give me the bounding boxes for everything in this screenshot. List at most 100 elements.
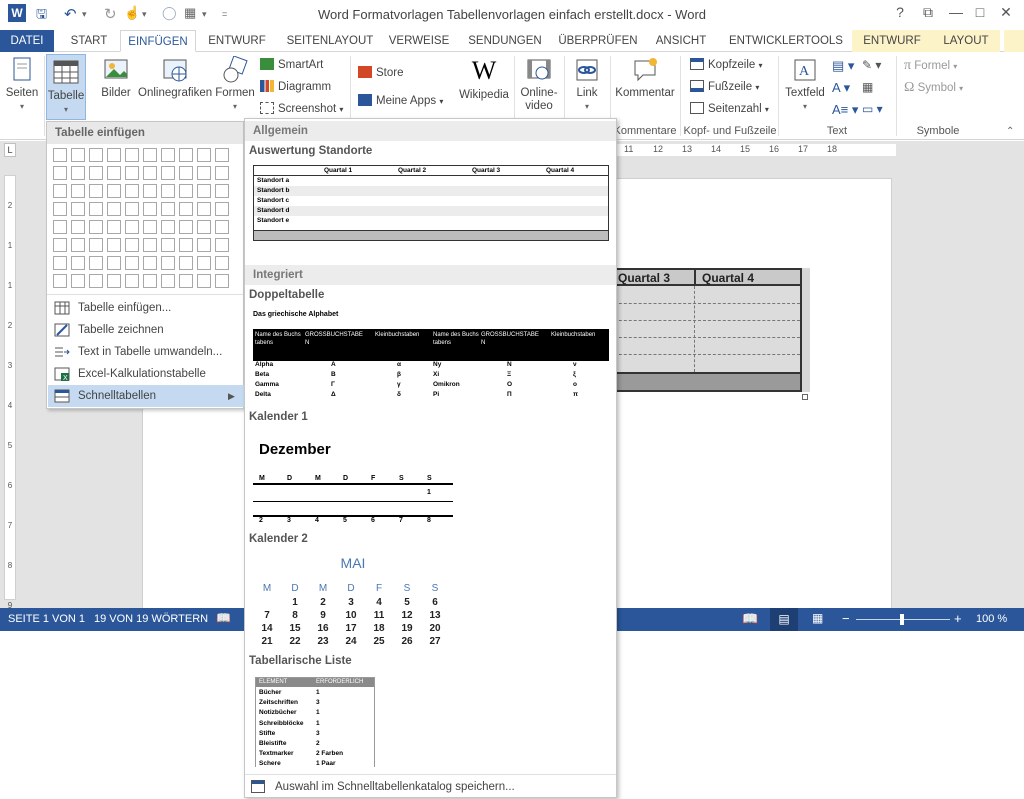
- gallery-item-auswertung-standorte[interactable]: Quartal 1 Quartal 2 Quartal 3 Quartal 4 Sta…: [253, 165, 609, 243]
- grid-cell[interactable]: [107, 220, 121, 234]
- grid-cell[interactable]: [71, 274, 85, 288]
- help-button[interactable]: ?: [888, 4, 912, 24]
- grid-cell[interactable]: [161, 238, 175, 252]
- object-icon[interactable]: ▭ ▾: [862, 102, 883, 116]
- grid-cell[interactable]: [197, 166, 211, 180]
- grid-cell[interactable]: [71, 202, 85, 216]
- fusszeile-button[interactable]: Fußzeile ▾: [690, 80, 759, 93]
- zoom-in-icon[interactable]: +: [954, 611, 962, 626]
- grid-cell[interactable]: [215, 184, 229, 198]
- link-button[interactable]: Link ▾: [568, 56, 606, 113]
- grid-cell[interactable]: [215, 166, 229, 180]
- grid-cell[interactable]: [89, 202, 103, 216]
- grid-cell[interactable]: [107, 148, 121, 162]
- grid-cell[interactable]: [71, 238, 85, 252]
- menu-item-tabelle-einfuegen[interactable]: Tabelle einfügen...: [48, 297, 244, 319]
- meine-apps-button[interactable]: Meine Apps ▾: [358, 94, 443, 107]
- store-button[interactable]: Store: [358, 66, 404, 79]
- smartart-button[interactable]: SmartArt: [260, 58, 323, 71]
- seiten-button[interactable]: Seiten ▾: [2, 56, 42, 113]
- read-mode-icon[interactable]: 📖: [742, 611, 758, 627]
- close-button[interactable]: ✕: [994, 4, 1018, 24]
- grid-cell[interactable]: [161, 274, 175, 288]
- grid-cell[interactable]: [179, 238, 193, 252]
- textfeld-button[interactable]: A Textfeld ▾: [782, 56, 828, 113]
- grid-cell[interactable]: [89, 184, 103, 198]
- grid-cell[interactable]: [53, 148, 67, 162]
- grid-cell[interactable]: [215, 148, 229, 162]
- grid-cell[interactable]: [179, 184, 193, 198]
- grid-cell[interactable]: [125, 220, 139, 234]
- grid-cell[interactable]: [161, 184, 175, 198]
- formen-button[interactable]: Formen ▾: [214, 56, 256, 113]
- grid-cell[interactable]: [53, 202, 67, 216]
- screenshot-button[interactable]: Screenshot ▾: [260, 102, 343, 115]
- zoom-level[interactable]: 100 %: [976, 613, 1007, 625]
- grid-cell[interactable]: [107, 184, 121, 198]
- grid-cell[interactable]: [197, 202, 211, 216]
- seitenzahl-button[interactable]: Seitenzahl ▾: [690, 102, 769, 115]
- tab-tabellen-layout[interactable]: LAYOUT: [932, 30, 1000, 52]
- tabelle-button[interactable]: Tabelle ▾: [46, 54, 86, 120]
- quickparts-icon[interactable]: ▤ ▾: [832, 58, 854, 74]
- grid-cell[interactable]: [71, 184, 85, 198]
- symbol-button[interactable]: Ω Symbol ▾: [904, 80, 963, 96]
- gallery-item-doppeltabelle[interactable]: Das griechische Alphabet Name des Buchst…: [253, 307, 613, 401]
- grid-cell[interactable]: [107, 274, 121, 288]
- gallery-item-tabellarische-liste[interactable]: ELEMENT ERFORDERLICH Bücher 1 Zeitschriften 3…: [253, 675, 613, 767]
- grid-cell[interactable]: [89, 148, 103, 162]
- web-layout-icon[interactable]: ▦: [812, 611, 823, 625]
- vertical-ruler[interactable]: 21123456789: [4, 175, 16, 610]
- grid-cell[interactable]: [143, 184, 157, 198]
- grid-cell[interactable]: [215, 220, 229, 234]
- grid-cell[interactable]: [53, 256, 67, 270]
- tab-verweise[interactable]: VERWEISE: [384, 30, 454, 52]
- grid-cell[interactable]: [53, 274, 67, 288]
- grid-cell[interactable]: [125, 274, 139, 288]
- grid-cell[interactable]: [197, 184, 211, 198]
- tab-sendungen[interactable]: SENDUNGEN: [462, 30, 548, 52]
- grid-cell[interactable]: [215, 202, 229, 216]
- grid-cell[interactable]: [53, 220, 67, 234]
- gallery-item-kalender1[interactable]: Dezember M D M D F S S 1 2 3 4 5 6 7 8: [253, 431, 613, 523]
- grid-cell[interactable]: [143, 220, 157, 234]
- grid-cell[interactable]: [89, 274, 103, 288]
- grid-cell[interactable]: [179, 256, 193, 270]
- grid-cell[interactable]: [143, 202, 157, 216]
- grid-cell[interactable]: [179, 274, 193, 288]
- kommentar-button[interactable]: Kommentar: [612, 56, 678, 100]
- onlinegrafiken-button[interactable]: Onlinegrafiken: [138, 56, 212, 100]
- kopfzeile-button[interactable]: Kopfzeile ▾: [690, 58, 763, 71]
- grid-cell[interactable]: [161, 148, 175, 162]
- grid-cell[interactable]: [179, 148, 193, 162]
- grid-cell[interactable]: [197, 274, 211, 288]
- grid-cell[interactable]: [89, 238, 103, 252]
- maximize-button[interactable]: □: [968, 4, 992, 24]
- grid-cell[interactable]: [125, 166, 139, 180]
- grid-cell[interactable]: [71, 256, 85, 270]
- grid-cell[interactable]: [143, 256, 157, 270]
- tab-ansicht[interactable]: ANSICHT: [648, 30, 714, 52]
- minimize-button[interactable]: —: [944, 4, 968, 24]
- grid-cell[interactable]: [161, 220, 175, 234]
- tab-seitenlayout[interactable]: SEITENLAYOUT: [280, 30, 380, 52]
- grid-cell[interactable]: [107, 256, 121, 270]
- grid-cell[interactable]: [197, 256, 211, 270]
- grid-cell[interactable]: [53, 166, 67, 180]
- onlinevideo-button[interactable]: Online-video: [516, 56, 562, 113]
- tab-ueberpruefen[interactable]: ÜBERPRÜFEN: [556, 30, 640, 52]
- status-page[interactable]: SEITE 1 VON 1: [8, 613, 85, 625]
- document-table[interactable]: Quartal 3 Quartal 4: [602, 268, 810, 400]
- menu-item-tabelle-zeichnen[interactable]: Tabelle zeichnen: [48, 319, 244, 341]
- table-insert-grid[interactable]: [53, 148, 239, 294]
- grid-cell[interactable]: [215, 256, 229, 270]
- tab-selector-icon[interactable]: L: [4, 143, 16, 157]
- grid-cell[interactable]: [197, 238, 211, 252]
- grid-cell[interactable]: [107, 202, 121, 216]
- grid-cell[interactable]: [179, 166, 193, 180]
- grid-cell[interactable]: [197, 220, 211, 234]
- print-layout-icon[interactable]: ▤: [770, 608, 798, 631]
- wordart-icon[interactable]: A ▾: [832, 80, 850, 96]
- tab-tabellen-entwurf[interactable]: ENTWURF: [852, 30, 932, 52]
- tab-entwicklertools[interactable]: ENTWICKLERTOOLS: [726, 30, 846, 52]
